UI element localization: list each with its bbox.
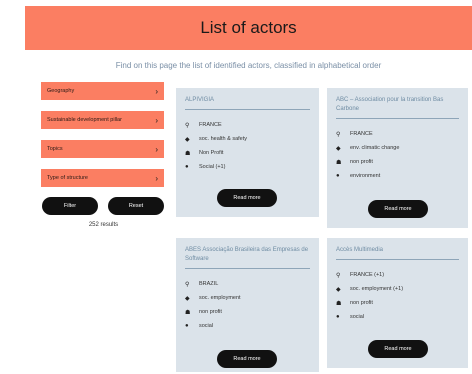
- actor-country: BRAZIL: [199, 281, 219, 287]
- divider: [185, 109, 310, 110]
- read-more-button[interactable]: Read more: [217, 350, 277, 368]
- actor-topic: env. climatic change: [350, 145, 400, 151]
- divider: [336, 259, 459, 260]
- tag-icon: ◆: [336, 286, 341, 293]
- filter-button[interactable]: Filter: [42, 197, 98, 215]
- filter-structure-type[interactable]: Type of structure ›: [41, 169, 164, 187]
- actor-country: FRANCE: [350, 131, 373, 137]
- actor-country: FRANCE: [199, 122, 222, 128]
- results-count: 252 results: [88, 222, 119, 228]
- tag-icon: ◆: [185, 136, 190, 143]
- actor-pillar: social: [199, 323, 214, 329]
- read-more-button[interactable]: Read more: [368, 340, 428, 358]
- globe-icon: ●: [336, 314, 340, 320]
- actor-card: Accès Multimedia ⚲ FRANCE (+1) ◆ soc. empl…: [327, 238, 468, 368]
- actor-card: ABC – Association pour la transition Bas…: [327, 88, 468, 228]
- filter-label: Sustainable development pillar: [47, 117, 122, 123]
- filter-label: Geography: [47, 88, 75, 94]
- chevron-right-icon: ›: [155, 144, 158, 154]
- page-title: List of actors: [200, 18, 297, 37]
- actor-title[interactable]: ALPIVIGIA: [185, 96, 310, 105]
- actor-title[interactable]: Accès Multimedia: [336, 246, 459, 255]
- location-pin-icon: ⚲: [336, 131, 341, 138]
- actor-structure: non profit: [350, 300, 373, 306]
- filter-pillar[interactable]: Sustainable development pillar ›: [41, 111, 164, 129]
- filter-label: Topics: [47, 146, 63, 152]
- actor-pillar: social: [350, 314, 365, 320]
- chevron-right-icon: ›: [155, 173, 158, 183]
- globe-icon: ●: [185, 323, 189, 329]
- chevron-right-icon: ›: [155, 115, 158, 125]
- divider: [336, 118, 459, 119]
- location-pin-icon: ⚲: [336, 272, 341, 279]
- people-icon: ☗: [336, 300, 342, 307]
- actor-title[interactable]: ABC – Association pour la transition Bas…: [336, 96, 459, 114]
- actor-structure: Non Profit: [199, 150, 224, 156]
- actor-pillar: Social (+1): [199, 164, 226, 170]
- actor-card: ALPIVIGIA ⚲ FRANCE ◆ soc. health & safety …: [176, 88, 319, 217]
- actor-topic: soc. employment: [199, 295, 241, 301]
- globe-icon: ●: [336, 173, 340, 179]
- read-more-button[interactable]: Read more: [217, 189, 277, 207]
- page-header: List of actors: [25, 6, 472, 50]
- filter-topics[interactable]: Topics ›: [41, 140, 164, 158]
- actor-structure: non profit: [350, 159, 373, 165]
- divider: [185, 268, 310, 269]
- tag-icon: ◆: [185, 295, 190, 302]
- tag-icon: ◆: [336, 145, 341, 152]
- page-subtitle: Find on this page the list of identified…: [115, 61, 382, 70]
- location-pin-icon: ⚲: [185, 122, 190, 129]
- read-more-button[interactable]: Read more: [368, 200, 428, 218]
- filter-geography[interactable]: Geography ›: [41, 82, 164, 100]
- people-icon: ☗: [185, 150, 191, 157]
- globe-icon: ●: [185, 164, 189, 170]
- actor-pillar: environment: [350, 173, 381, 179]
- chevron-right-icon: ›: [155, 86, 158, 96]
- actor-title[interactable]: ABES Associação Brasileira das Empresas …: [185, 246, 310, 264]
- actor-country: FRANCE (+1): [350, 272, 385, 278]
- actor-topic: soc. employment (+1): [350, 286, 404, 292]
- reset-button[interactable]: Reset: [108, 197, 164, 215]
- people-icon: ☗: [185, 309, 191, 316]
- actor-topic: soc. health & safety: [199, 136, 247, 142]
- actor-card: ABES Associação Brasileira das Empresas …: [176, 238, 319, 372]
- people-icon: ☗: [336, 159, 342, 166]
- location-pin-icon: ⚲: [185, 281, 190, 288]
- actor-structure: non profit: [199, 309, 222, 315]
- filter-label: Type of structure: [47, 175, 88, 181]
